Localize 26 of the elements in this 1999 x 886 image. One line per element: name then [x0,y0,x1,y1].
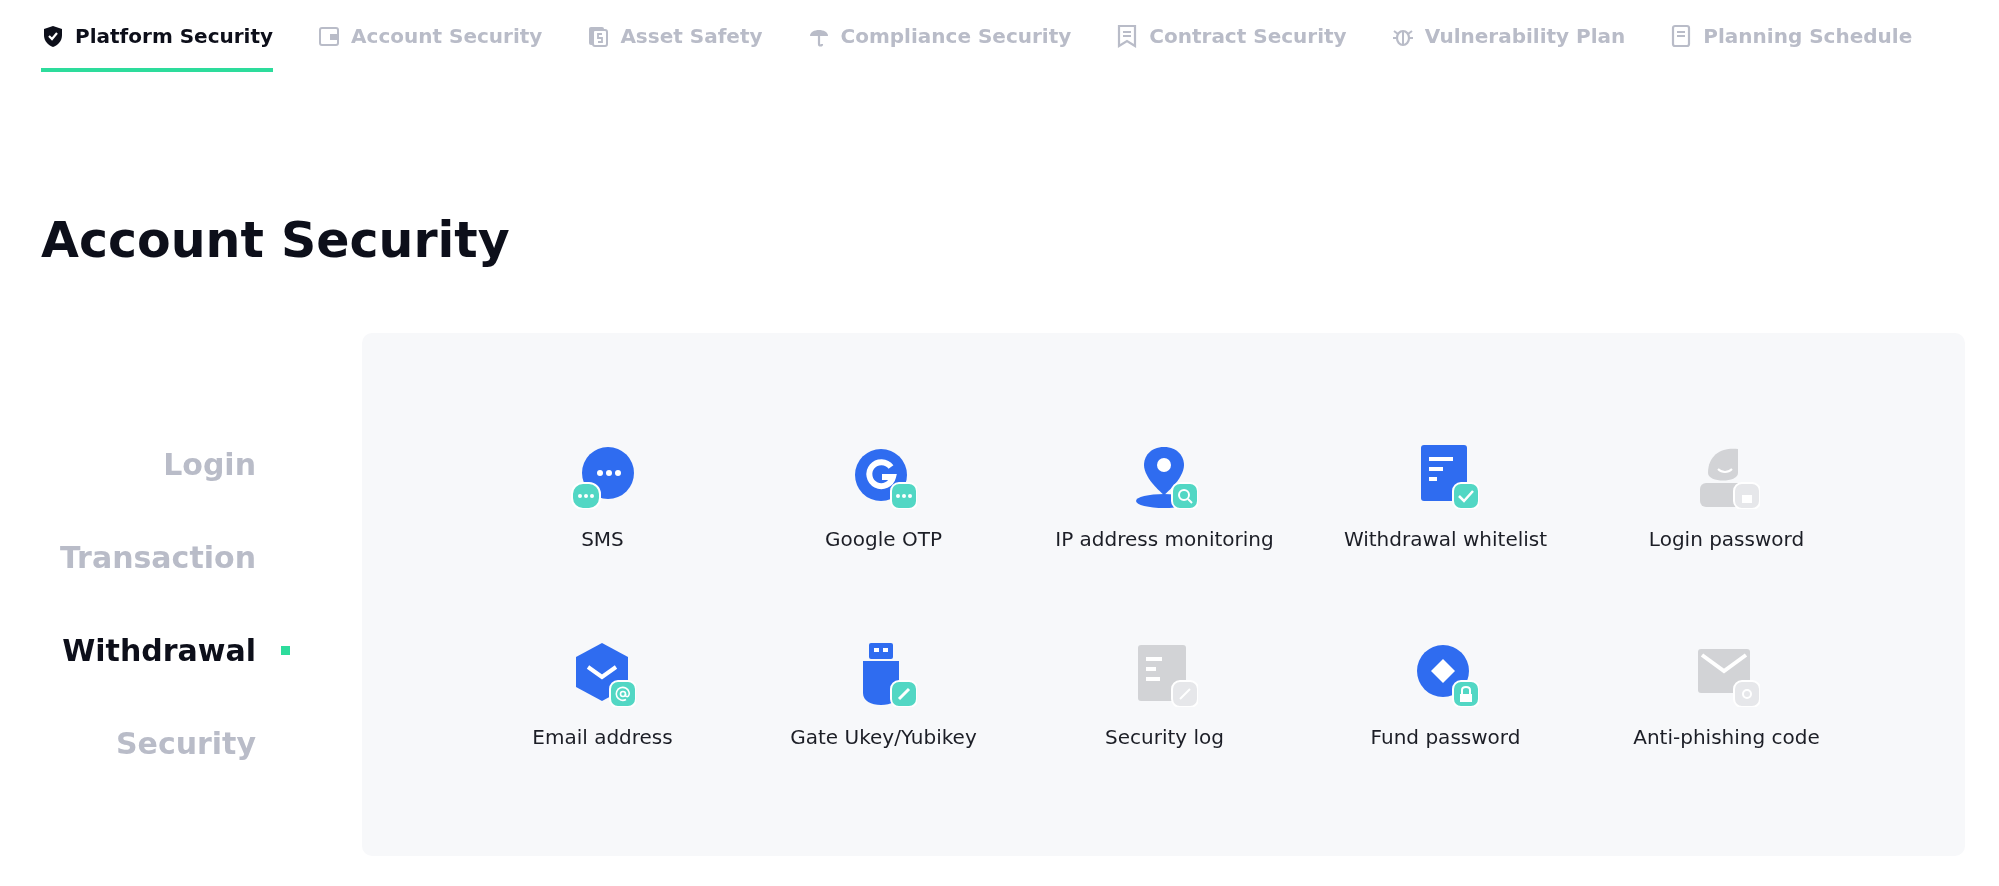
feature-label: Login password [1648,527,1805,551]
wallet-icon [317,24,342,48]
nav-tab[interactable]: Platform Security [41,24,274,72]
sidebar-item[interactable]: Transaction [59,540,256,575]
sidebar-item[interactable]: Security [115,726,256,761]
dollar-document-icon [586,24,611,48]
nav-tab[interactable]: Vulnerability Plan [1390,24,1626,72]
nav-tab[interactable]: Account Security [317,24,543,72]
nav-tab[interactable]: Compliance Security [806,24,1072,72]
feature-label: Fund password [1370,725,1521,749]
feature-label: Withdrawal whitelist [1343,527,1548,551]
feature-label: SMS [581,527,624,551]
feature-label: Google OTP [825,527,942,551]
feature-label: Security log [1105,725,1224,749]
nav-tab[interactable]: Contract Security [1115,24,1347,72]
shield-icon [41,24,65,48]
page-heading: Account Security [41,212,511,269]
feature-label: Email address [532,725,673,749]
feature-label: Anti-phishing code [1633,725,1820,749]
sidebar-item[interactable]: Withdrawal [62,633,256,668]
nav-tab[interactable]: Asset Safety [586,24,763,72]
feature-label: Gate Ukey/Yubikey [790,725,977,749]
active-indicator [281,646,290,655]
sidebar-item[interactable]: Login [163,447,256,482]
nav-tab[interactable]: Planning Schedule [1669,24,1913,72]
feature-label: IP address monitoring [1055,527,1274,551]
